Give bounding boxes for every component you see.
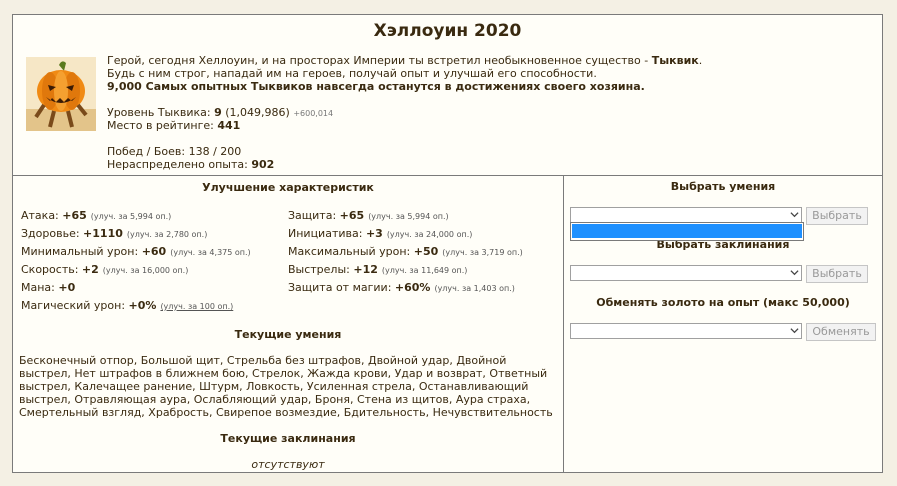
- level-exp: (1,049,986): [221, 106, 290, 119]
- stat-health: Здоровье: +1110 (улуч. за 2,780 оп.): [21, 227, 208, 240]
- spells-list: отсутствуют: [251, 458, 325, 471]
- stats-pane: Улучшение характеристик Атака: +65 (улуч.…: [13, 175, 564, 472]
- unspent-value: 902: [251, 158, 275, 171]
- stat-mana: Мана: +0: [21, 281, 76, 294]
- upgrade-defense-hint: (улуч. за 5,994 оп.): [368, 212, 449, 221]
- stat-min-damage: Минимальный урон: +60 (улуч. за 4,375 оп.…: [21, 245, 251, 258]
- wins-value: 138 / 200: [188, 145, 242, 158]
- intro-line3: 9,000 Самых опытных Тыквиков навсегда ос…: [107, 80, 645, 93]
- skills-title: Текущие умения: [234, 328, 342, 341]
- upgrade-magic-defense-hint: (улуч. за 1,403 оп.): [434, 284, 515, 293]
- skill-select[interactable]: [570, 207, 802, 223]
- level-line: Уровень Тыквика: 9 (1,049,986) +600,014: [107, 106, 333, 120]
- upgrade-initiative-hint: (улуч. за 24,000 оп.): [386, 230, 473, 239]
- upgrade-shots-hint: (улуч. за 11,649 оп.): [381, 266, 468, 275]
- choose-skill-button[interactable]: Выбрать: [806, 207, 868, 225]
- upgrade-health-hint: (улуч. за 2,780 оп.): [126, 230, 208, 239]
- creature-name: Тыквик: [651, 54, 699, 67]
- exchange-button[interactable]: Обменять: [806, 323, 876, 341]
- exchange-title: Обменять золото на опыт (макс 50,000): [596, 296, 850, 309]
- stat-max-damage: Максимальный урон: +50 (улуч. за 3,719 оп…: [288, 245, 523, 258]
- wins-label: Побед / Боев:: [107, 145, 189, 158]
- upgrade-title: Улучшение характеристик: [202, 181, 374, 194]
- intro-text: Герой, сегодня Хеллоуин, и на просторах …: [107, 54, 867, 93]
- stat-shots: Выстрелы: +12 (улуч. за 11,649 оп.): [288, 263, 468, 276]
- rank-value: 441: [217, 119, 241, 132]
- header-section: Хэллоуин 2020 Герой, сегодня Хеллоуин, и…: [13, 15, 882, 176]
- stat-magic-defense: Защита от магии: +60% (улуч. за 1,403 оп.…: [288, 281, 515, 294]
- choose-skill-title: Выбрать умения: [670, 180, 776, 193]
- stat-initiative: Инициатива: +3 (улуч. за 24,000 оп.): [288, 227, 473, 240]
- exchange-select[interactable]: [570, 323, 802, 339]
- upgrade-magic-damage-link[interactable]: (улуч. за 100 оп.): [160, 302, 233, 311]
- spell-select[interactable]: [570, 265, 802, 281]
- chevron-down-icon: [790, 270, 799, 276]
- stat-speed: Скорость: +2 (улуч. за 16,000 оп.): [21, 263, 189, 276]
- upgrade-max-damage-hint: (улуч. за 3,719 оп.): [442, 248, 523, 257]
- level-value: 9: [214, 106, 222, 119]
- main-frame: Хэллоуин 2020 Герой, сегодня Хеллоуин, и…: [12, 14, 883, 473]
- intro-line2: Будь с ним строг, нападай им на героев, …: [107, 67, 597, 80]
- unspent-line: Нераспределено опыта: 902: [107, 158, 274, 171]
- pumpkin-avatar: [26, 57, 96, 131]
- page-title: Хэллоуин 2020: [373, 21, 522, 41]
- rank-label: Место в рейтинге:: [107, 119, 218, 132]
- chevron-down-icon: [790, 328, 799, 334]
- rank-line: Место в рейтинге: 441: [107, 119, 240, 132]
- level-delta: +600,014: [293, 109, 334, 118]
- actions-pane: Выбрать умения Выбрать Выбрать заклинани…: [564, 175, 882, 472]
- chevron-down-icon: [790, 212, 799, 218]
- dropdown-highlighted-option[interactable]: [572, 224, 802, 238]
- spells-title: Текущие заклинания: [220, 432, 356, 445]
- intro-line1-end: .: [698, 54, 703, 67]
- wins-line: Побед / Боев: 138 / 200: [107, 145, 241, 158]
- stat-attack: Атака: +65 (улуч. за 5,994 оп.): [21, 209, 172, 222]
- upgrade-speed-hint: (улуч. за 16,000 оп.): [102, 266, 189, 275]
- upgrade-attack-hint: (улуч. за 5,994 оп.): [90, 212, 172, 221]
- upgrade-min-damage-hint: (улуч. за 4,375 оп.): [170, 248, 251, 257]
- choose-spell-button[interactable]: Выбрать: [806, 265, 868, 283]
- unspent-label: Нераспределено опыта:: [107, 158, 252, 171]
- stat-defense: Защита: +65 (улуч. за 5,994 оп.): [288, 209, 449, 222]
- level-label: Уровень Тыквика:: [107, 106, 215, 119]
- intro-line1: Герой, сегодня Хеллоуин, и на просторах …: [107, 54, 652, 67]
- stat-magic-damage: Магический урон: +0% (улуч. за 100 оп.): [21, 299, 234, 312]
- skills-list: Бесконечный отпор, Большой щит, Стрельба…: [19, 354, 553, 419]
- skill-dropdown-list[interactable]: [570, 222, 804, 241]
